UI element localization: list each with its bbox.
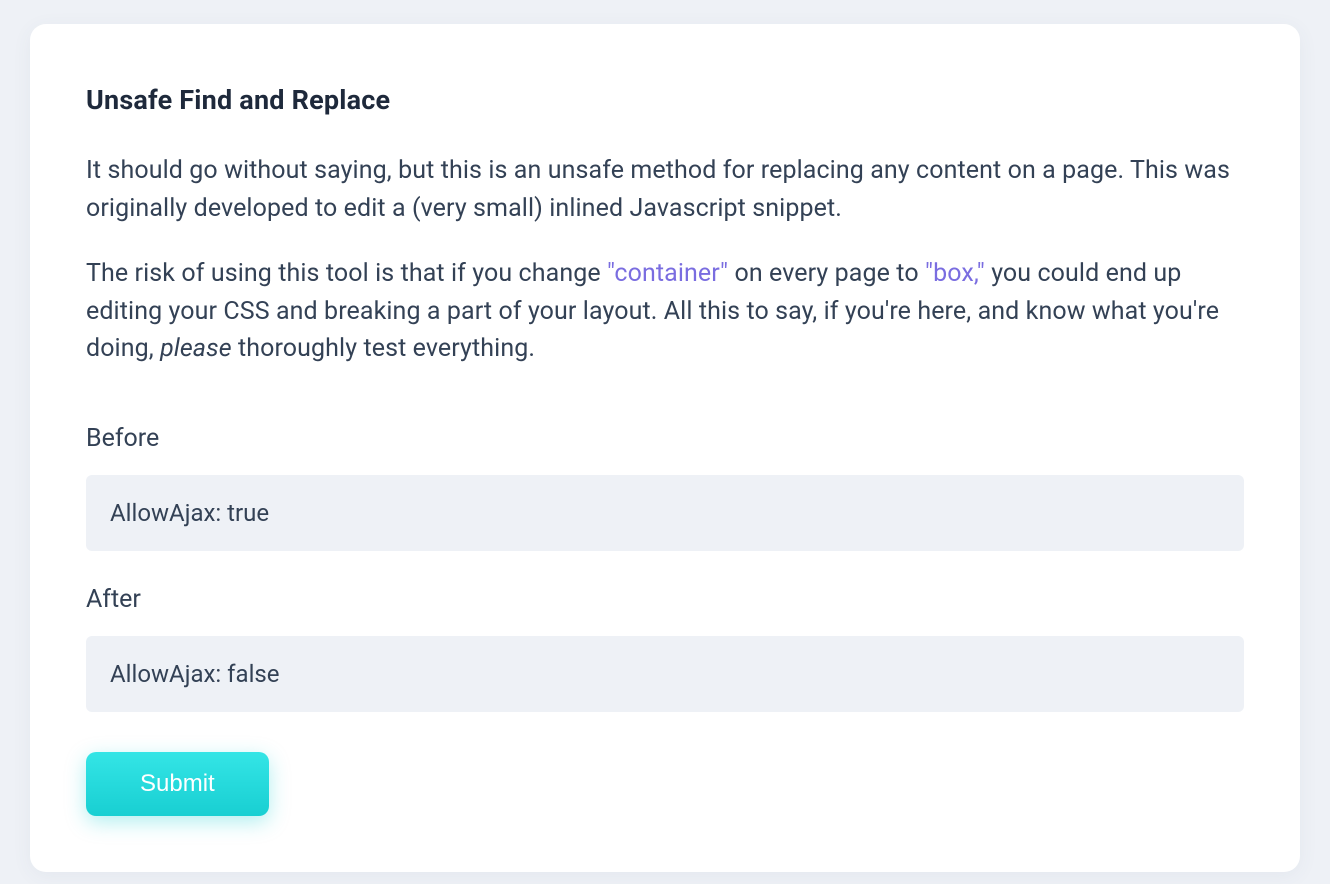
highlight-container: "container" (607, 259, 728, 288)
highlight-box: "box," (925, 259, 985, 288)
before-label: Before (86, 424, 1244, 453)
card-title: Unsafe Find and Replace (86, 84, 1244, 116)
after-label: After (86, 585, 1244, 614)
find-replace-form: Before After Submit (86, 424, 1244, 816)
find-replace-card: Unsafe Find and Replace It should go wit… (30, 24, 1300, 872)
submit-button[interactable]: Submit (86, 752, 269, 816)
intro-paragraph-2: The risk of using this tool is that if y… (86, 255, 1244, 368)
after-input[interactable] (86, 636, 1244, 712)
intro-text-pre: The risk of using this tool is that if y… (86, 259, 607, 288)
intro-text-mid1: on every page to (728, 259, 925, 288)
before-input[interactable] (86, 475, 1244, 551)
intro-text-1: It should go without saying, but this is… (86, 156, 1230, 223)
intro-paragraph-1: It should go without saying, but this is… (86, 152, 1244, 227)
intro-text-post: thoroughly test everything. (232, 334, 535, 363)
emphasis-please: please (160, 334, 232, 363)
